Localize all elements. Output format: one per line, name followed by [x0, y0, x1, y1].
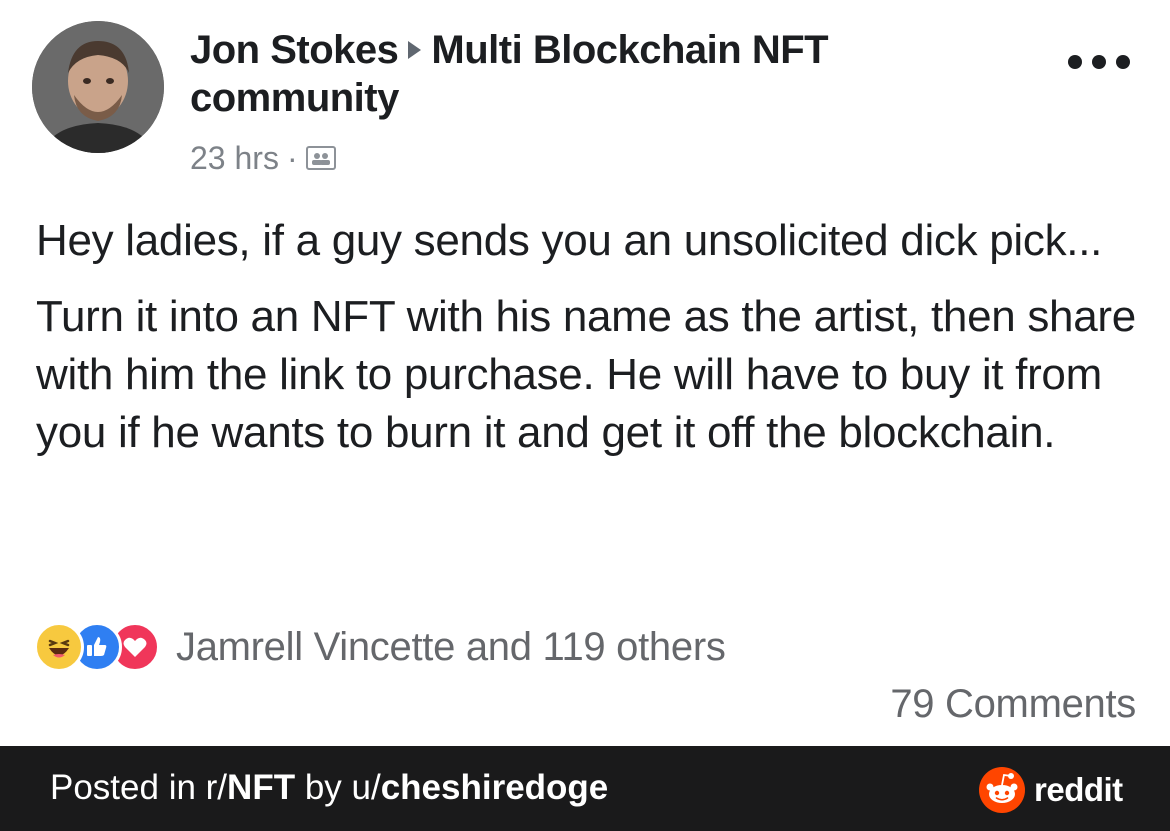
reactions-summary[interactable]: Jamrell Vincette and 119 others [34, 622, 726, 672]
group-icon [305, 146, 336, 170]
posted-in-prefix: Posted in r/ [50, 768, 228, 807]
author-name[interactable]: Jon Stokes [190, 28, 399, 72]
group-name[interactable]: Multi Blockchain NFT [431, 28, 828, 72]
reddit-brand[interactable]: reddit [978, 766, 1123, 814]
subreddit-name[interactable]: NFT [227, 768, 295, 807]
posted-by-text: by u/ [295, 768, 381, 807]
meta-separator: · [286, 140, 298, 176]
post-header-title: Jon Stokes Multi Blockchain NFT [190, 26, 950, 74]
post-header: Jon Stokes Multi Blockchain NFT community [190, 26, 950, 122]
comments-count[interactable]: 79 Comments [890, 682, 1136, 727]
reddit-footer: Posted in r/NFT by u/cheshiredoge reddit [0, 746, 1170, 831]
facebook-post: Jon Stokes Multi Blockchain NFT community… [0, 0, 1170, 746]
reddit-logo-icon [979, 767, 1025, 813]
post-timestamp[interactable]: 23 hrs [190, 138, 279, 178]
more-options-icon[interactable] [1068, 48, 1130, 76]
shared-to-arrow-icon [408, 41, 422, 60]
reddit-wordmark: reddit [1034, 771, 1123, 808]
posted-in-text: Posted in r/NFT by u/cheshiredoge [50, 768, 608, 808]
author-avatar[interactable] [32, 21, 164, 153]
haha-reaction-icon [34, 622, 84, 672]
group-name-line-2[interactable]: community [190, 74, 950, 122]
more-dot [1116, 55, 1130, 69]
post-meta: 23 hrs · [190, 138, 336, 178]
post-body: Hey ladies, if a guy sends you an unsoli… [36, 212, 1136, 462]
post-paragraph: Turn it into an NFT with his name as the… [36, 292, 1136, 457]
reactors-text[interactable]: Jamrell Vincette and 119 others [176, 625, 726, 670]
more-dot [1092, 55, 1106, 69]
username[interactable]: cheshiredoge [381, 768, 609, 807]
more-dot [1068, 55, 1082, 69]
post-paragraph: Hey ladies, if a guy sends you an unsoli… [36, 216, 1103, 265]
